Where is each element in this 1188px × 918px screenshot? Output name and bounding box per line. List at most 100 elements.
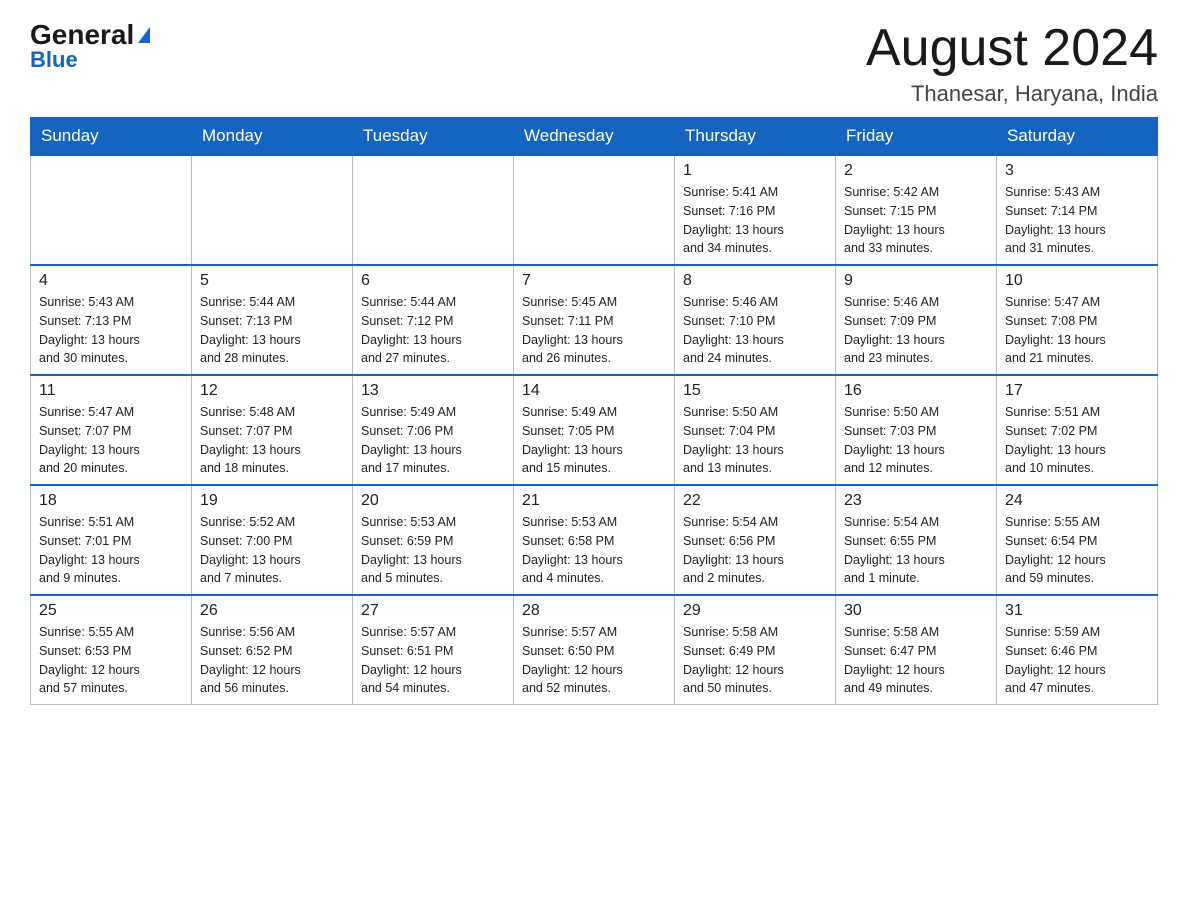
week-row-4: 18Sunrise: 5:51 AM Sunset: 7:01 PM Dayli… [31, 485, 1158, 595]
day-info: Sunrise: 5:57 AM Sunset: 6:51 PM Dayligh… [361, 623, 505, 698]
day-info: Sunrise: 5:44 AM Sunset: 7:12 PM Dayligh… [361, 293, 505, 368]
day-number: 25 [39, 602, 183, 620]
day-number: 27 [361, 602, 505, 620]
day-info: Sunrise: 5:47 AM Sunset: 7:08 PM Dayligh… [1005, 293, 1149, 368]
day-info: Sunrise: 5:49 AM Sunset: 7:06 PM Dayligh… [361, 403, 505, 478]
week-row-2: 4 Sunrise: 5:43 AM Sunset: 7:13 PM Daylig… [31, 265, 1158, 375]
day-info: Sunrise: 5:57 AM Sunset: 6:50 PM Dayligh… [522, 623, 666, 698]
day-info: Sunrise: 5:41 AM Sunset: 7:16 PM Dayligh… [683, 183, 827, 258]
day-info: Sunrise: 5:47 AM Sunset: 7:07 PM Dayligh… [39, 403, 183, 478]
day-number: 2 [844, 162, 988, 180]
day-cell: 26 Sunrise: 5:56 AM Sunset: 6:52 PM Dayli… [192, 595, 353, 705]
day-number: 9 [844, 272, 988, 290]
month-title: August 2024 [866, 20, 1158, 77]
day-cell: 20Sunrise: 5:53 AM Sunset: 6:59 PM Dayli… [353, 485, 514, 595]
day-info: Sunrise: 5:48 AM Sunset: 7:07 PM Dayligh… [200, 403, 344, 478]
day-number: 12 [200, 382, 344, 400]
day-number: 22 [683, 492, 827, 510]
day-cell: 18Sunrise: 5:51 AM Sunset: 7:01 PM Dayli… [31, 485, 192, 595]
day-number: 4 [39, 272, 183, 290]
day-cell: 30 Sunrise: 5:58 AM Sunset: 6:47 PM Dayli… [836, 595, 997, 705]
day-cell: 22 Sunrise: 5:54 AM Sunset: 6:56 PM Dayli… [675, 485, 836, 595]
day-number: 7 [522, 272, 666, 290]
day-cell: 8 Sunrise: 5:46 AM Sunset: 7:10 PM Daylig… [675, 265, 836, 375]
day-number: 26 [200, 602, 344, 620]
week-row-5: 25 Sunrise: 5:55 AM Sunset: 6:53 PM Dayli… [31, 595, 1158, 705]
calendar-header-row: Sunday Monday Tuesday Wednesday Thursday… [31, 118, 1158, 156]
day-info: Sunrise: 5:49 AM Sunset: 7:05 PM Dayligh… [522, 403, 666, 478]
day-number: 14 [522, 382, 666, 400]
col-sunday: Sunday [31, 118, 192, 156]
day-info: Sunrise: 5:56 AM Sunset: 6:52 PM Dayligh… [200, 623, 344, 698]
day-number: 5 [200, 272, 344, 290]
day-cell: 7Sunrise: 5:45 AM Sunset: 7:11 PM Daylig… [514, 265, 675, 375]
day-cell: 13Sunrise: 5:49 AM Sunset: 7:06 PM Dayli… [353, 375, 514, 485]
day-info: Sunrise: 5:59 AM Sunset: 6:46 PM Dayligh… [1005, 623, 1149, 698]
day-cell: 6 Sunrise: 5:44 AM Sunset: 7:12 PM Daylig… [353, 265, 514, 375]
day-number: 31 [1005, 602, 1149, 620]
day-number: 15 [683, 382, 827, 400]
day-cell: 15Sunrise: 5:50 AM Sunset: 7:04 PM Dayli… [675, 375, 836, 485]
calendar-table: Sunday Monday Tuesday Wednesday Thursday… [30, 117, 1158, 705]
day-info: Sunrise: 5:58 AM Sunset: 6:47 PM Dayligh… [844, 623, 988, 698]
day-number: 28 [522, 602, 666, 620]
day-info: Sunrise: 5:51 AM Sunset: 7:02 PM Dayligh… [1005, 403, 1149, 478]
day-info: Sunrise: 5:53 AM Sunset: 6:58 PM Dayligh… [522, 513, 666, 588]
day-cell [353, 155, 514, 265]
day-number: 23 [844, 492, 988, 510]
day-cell: 11Sunrise: 5:47 AM Sunset: 7:07 PM Dayli… [31, 375, 192, 485]
day-cell: 2Sunrise: 5:42 AM Sunset: 7:15 PM Daylig… [836, 155, 997, 265]
day-cell: 17 Sunrise: 5:51 AM Sunset: 7:02 PM Dayli… [997, 375, 1158, 485]
day-cell: 9 Sunrise: 5:46 AM Sunset: 7:09 PM Daylig… [836, 265, 997, 375]
day-cell: 31 Sunrise: 5:59 AM Sunset: 6:46 PM Dayli… [997, 595, 1158, 705]
day-cell: 24 Sunrise: 5:55 AM Sunset: 6:54 PM Dayli… [997, 485, 1158, 595]
day-cell: 16Sunrise: 5:50 AM Sunset: 7:03 PM Dayli… [836, 375, 997, 485]
day-number: 18 [39, 492, 183, 510]
col-monday: Monday [192, 118, 353, 156]
day-cell: 29 Sunrise: 5:58 AM Sunset: 6:49 PM Dayli… [675, 595, 836, 705]
day-info: Sunrise: 5:54 AM Sunset: 6:56 PM Dayligh… [683, 513, 827, 588]
day-cell: 14 Sunrise: 5:49 AM Sunset: 7:05 PM Dayli… [514, 375, 675, 485]
col-tuesday: Tuesday [353, 118, 514, 156]
day-info: Sunrise: 5:58 AM Sunset: 6:49 PM Dayligh… [683, 623, 827, 698]
logo-triangle-icon [138, 27, 150, 43]
day-cell: 25 Sunrise: 5:55 AM Sunset: 6:53 PM Dayli… [31, 595, 192, 705]
day-number: 17 [1005, 382, 1149, 400]
week-row-3: 11Sunrise: 5:47 AM Sunset: 7:07 PM Dayli… [31, 375, 1158, 485]
col-thursday: Thursday [675, 118, 836, 156]
day-number: 8 [683, 272, 827, 290]
day-number: 24 [1005, 492, 1149, 510]
logo-blue-text: Blue [30, 47, 78, 73]
day-info: Sunrise: 5:53 AM Sunset: 6:59 PM Dayligh… [361, 513, 505, 588]
day-cell: 19Sunrise: 5:52 AM Sunset: 7:00 PM Dayli… [192, 485, 353, 595]
day-info: Sunrise: 5:46 AM Sunset: 7:10 PM Dayligh… [683, 293, 827, 368]
day-cell [31, 155, 192, 265]
day-info: Sunrise: 5:43 AM Sunset: 7:14 PM Dayligh… [1005, 183, 1149, 258]
page-header: General Blue August 2024 Thanesar, Harya… [30, 20, 1158, 107]
day-info: Sunrise: 5:54 AM Sunset: 6:55 PM Dayligh… [844, 513, 988, 588]
day-cell: 1 Sunrise: 5:41 AM Sunset: 7:16 PM Daylig… [675, 155, 836, 265]
day-info: Sunrise: 5:46 AM Sunset: 7:09 PM Dayligh… [844, 293, 988, 368]
day-cell [514, 155, 675, 265]
day-cell: 23 Sunrise: 5:54 AM Sunset: 6:55 PM Dayli… [836, 485, 997, 595]
day-cell: 5 Sunrise: 5:44 AM Sunset: 7:13 PM Daylig… [192, 265, 353, 375]
location-label: Thanesar, Haryana, India [866, 81, 1158, 107]
day-info: Sunrise: 5:44 AM Sunset: 7:13 PM Dayligh… [200, 293, 344, 368]
day-info: Sunrise: 5:43 AM Sunset: 7:13 PM Dayligh… [39, 293, 183, 368]
day-cell: 28 Sunrise: 5:57 AM Sunset: 6:50 PM Dayli… [514, 595, 675, 705]
day-cell: 3Sunrise: 5:43 AM Sunset: 7:14 PM Daylig… [997, 155, 1158, 265]
day-number: 1 [683, 162, 827, 180]
day-info: Sunrise: 5:55 AM Sunset: 6:54 PM Dayligh… [1005, 513, 1149, 588]
day-number: 30 [844, 602, 988, 620]
day-number: 29 [683, 602, 827, 620]
day-cell: 10Sunrise: 5:47 AM Sunset: 7:08 PM Dayli… [997, 265, 1158, 375]
day-number: 21 [522, 492, 666, 510]
day-cell: 12 Sunrise: 5:48 AM Sunset: 7:07 PM Dayli… [192, 375, 353, 485]
day-cell: 27 Sunrise: 5:57 AM Sunset: 6:51 PM Dayli… [353, 595, 514, 705]
week-row-1: 1 Sunrise: 5:41 AM Sunset: 7:16 PM Daylig… [31, 155, 1158, 265]
day-number: 16 [844, 382, 988, 400]
day-cell [192, 155, 353, 265]
day-number: 6 [361, 272, 505, 290]
col-saturday: Saturday [997, 118, 1158, 156]
day-info: Sunrise: 5:55 AM Sunset: 6:53 PM Dayligh… [39, 623, 183, 698]
